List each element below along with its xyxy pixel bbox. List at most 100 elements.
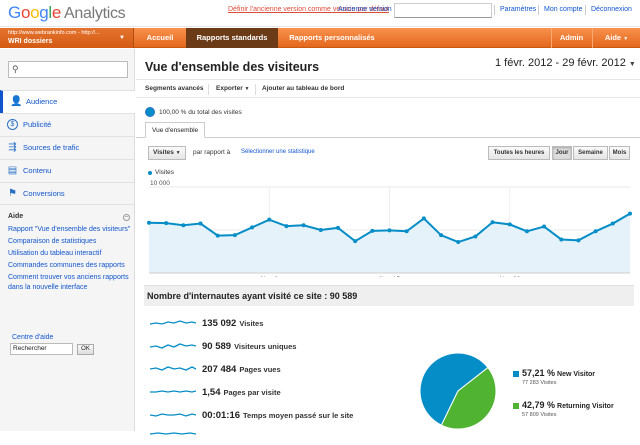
pie-percent: 42,79 % (522, 400, 556, 410)
export-label: Exporter (216, 85, 243, 92)
help-center-link[interactable]: Centre d'aide (12, 334, 53, 341)
date-range-picker[interactable]: 1 févr. 2012 - 29 févr. 2012 ▼ (495, 57, 636, 69)
top-search-box[interactable] (394, 3, 492, 18)
nav-custom-reports[interactable]: Rapports personnalisés (279, 28, 385, 48)
period-hourly-button[interactable]: Toutes les heures (488, 146, 550, 160)
data-point (284, 224, 289, 229)
period-month-button[interactable]: Mois (609, 146, 630, 160)
search-icon: ⚲ (12, 64, 19, 74)
data-point (232, 233, 237, 238)
toolbar-separator (208, 84, 209, 95)
nav-help-label: Aide (604, 33, 622, 42)
data-point (576, 238, 581, 243)
help-links: Rapport "Vue d'ensemble des visiteurs" C… (8, 225, 133, 295)
sidebar-item-content[interactable]: ▤ Contenu (0, 159, 135, 182)
data-point (370, 228, 375, 233)
pie-legend-new: 57,21 % New Visitor 77 283 Visites (513, 368, 595, 386)
top-bar: Google Analytics Définir l'ancienne versi… (0, 0, 640, 27)
pie-percent: 57,21 % (522, 368, 556, 378)
period-week-button[interactable]: Semaine (573, 146, 608, 160)
traffic-icon: ⇶ (8, 142, 17, 153)
select-stat-link[interactable]: Sélectionner une statistique (241, 149, 315, 155)
metric-avg-time: 00:01:16 Temps moyen passé sur le site (150, 407, 430, 425)
data-point (267, 217, 272, 222)
legend-swatch (513, 403, 519, 410)
sidebar-item-conversions[interactable]: ⚑ Conversions (0, 182, 135, 205)
add-to-dashboard-button[interactable]: Ajouter au tableau de bord (262, 85, 344, 92)
metric-pages-per-visit: 1,54 Pages par visite (150, 384, 430, 402)
account-name: WRI dossiers (8, 38, 53, 45)
sidebar-item-audience[interactable]: 👤 Audience (0, 90, 135, 113)
metric-value: 90 589 Visiteurs uniques (202, 341, 296, 352)
help-ok-button[interactable]: OK (77, 344, 94, 355)
metric-value: 00:01:16 Temps moyen passé sur le site (202, 410, 353, 421)
main-navigation: http://www.webrankinfo.com - http://... … (0, 28, 640, 48)
advanced-segments-button[interactable]: Segments avancés (145, 85, 204, 92)
report-main: Vue d'ensemble des visiteurs 1 févr. 201… (136, 49, 640, 435)
data-point (439, 233, 444, 238)
help-link[interactable]: Utilisation du tableau interactif (8, 249, 133, 259)
top-separator (585, 5, 586, 15)
y-tick-label: 10 000 (150, 180, 170, 187)
logo-google: Google (8, 3, 62, 22)
data-point (593, 229, 598, 234)
settings-link[interactable]: Paramètres (500, 6, 536, 13)
legend-swatch (513, 371, 519, 378)
google-analytics-logo[interactable]: Google Analytics (8, 3, 126, 23)
export-button[interactable]: Exporter ▼ (216, 85, 250, 92)
metric-label: Visites (239, 319, 264, 328)
visitor-type-pie[interactable] (418, 351, 498, 431)
data-point (387, 228, 392, 233)
data-point (542, 224, 547, 229)
nav-home[interactable]: Accueil (136, 28, 184, 48)
metric-pageviews: 207 484 Pages vues (150, 361, 430, 379)
visits-line-chart[interactable]: 10 0005 000févr. 8févr. 15févr. 22 (136, 177, 640, 277)
x-tick-label: févr. 8 (260, 276, 278, 277)
account-selector[interactable]: http://www.webrankinfo.com - http://... … (0, 28, 134, 48)
data-point (524, 229, 529, 234)
x-tick-label: févr. 15 (379, 276, 401, 277)
nav-standard-reports[interactable]: Rapports standards (186, 28, 278, 48)
help-section-title: Aide (8, 213, 24, 220)
data-point (250, 225, 255, 230)
metric-dropdown[interactable]: Visites ▼ (148, 146, 186, 160)
data-point (318, 228, 323, 232)
sparkline (150, 413, 196, 417)
data-point (164, 221, 169, 226)
data-point (473, 234, 478, 239)
metric-extra (150, 427, 430, 445)
toolbar-separator (255, 84, 256, 95)
metric-unique-visitors: 90 589 Visiteurs uniques (150, 338, 430, 356)
help-link[interactable]: Rapport "Vue d'ensemble des visiteurs" (8, 225, 133, 235)
chevron-down-icon: ▼ (244, 86, 250, 92)
data-point (404, 229, 409, 234)
person-icon: 👤 (10, 96, 23, 107)
metric-label: Pages par visite (223, 388, 281, 397)
sparkline (150, 390, 196, 393)
metric-dropdown-label: Visites (153, 149, 174, 156)
sidebar-search-input[interactable]: ⚲ (8, 61, 128, 78)
legend-dot (148, 171, 152, 175)
help-search-input[interactable]: Rechercher (10, 343, 73, 355)
old-version-link[interactable]: Ancienne version (338, 6, 392, 13)
my-account-link[interactable]: Mon compte (544, 6, 583, 13)
metric-number: 90 589 (202, 341, 232, 352)
data-point (610, 221, 615, 226)
help-link[interactable]: Comparaison de statistiques (8, 237, 133, 247)
help-link[interactable]: Comment trouver vos anciens rapports dan… (8, 273, 133, 293)
sidebar-item-advertising[interactable]: $ Publicité (0, 113, 135, 136)
data-point (198, 221, 203, 226)
metric-visits: 135 092 Visites (150, 315, 430, 333)
summary-title: Nombre d'internautes ayant visité ce sit… (144, 285, 634, 306)
nav-help[interactable]: Aide ▼ (592, 28, 640, 48)
tab-overview[interactable]: Vue d'ensemble (145, 122, 206, 138)
nav-admin[interactable]: Admin (551, 28, 591, 48)
help-link[interactable]: Commandes communes des rapports (8, 261, 133, 271)
period-day-button[interactable]: Jour (552, 146, 572, 160)
logo-product: Analytics (64, 5, 126, 22)
pie-legend-returning: 42,79 % Returning Visitor 57 809 Visites (513, 400, 614, 418)
chart-legend: Visites (155, 169, 175, 176)
collapse-icon[interactable]: – (123, 214, 130, 221)
sidebar-item-traffic-sources[interactable]: ⇶ Sources de trafic (0, 136, 135, 159)
logout-link[interactable]: Déconnexion (591, 6, 632, 13)
